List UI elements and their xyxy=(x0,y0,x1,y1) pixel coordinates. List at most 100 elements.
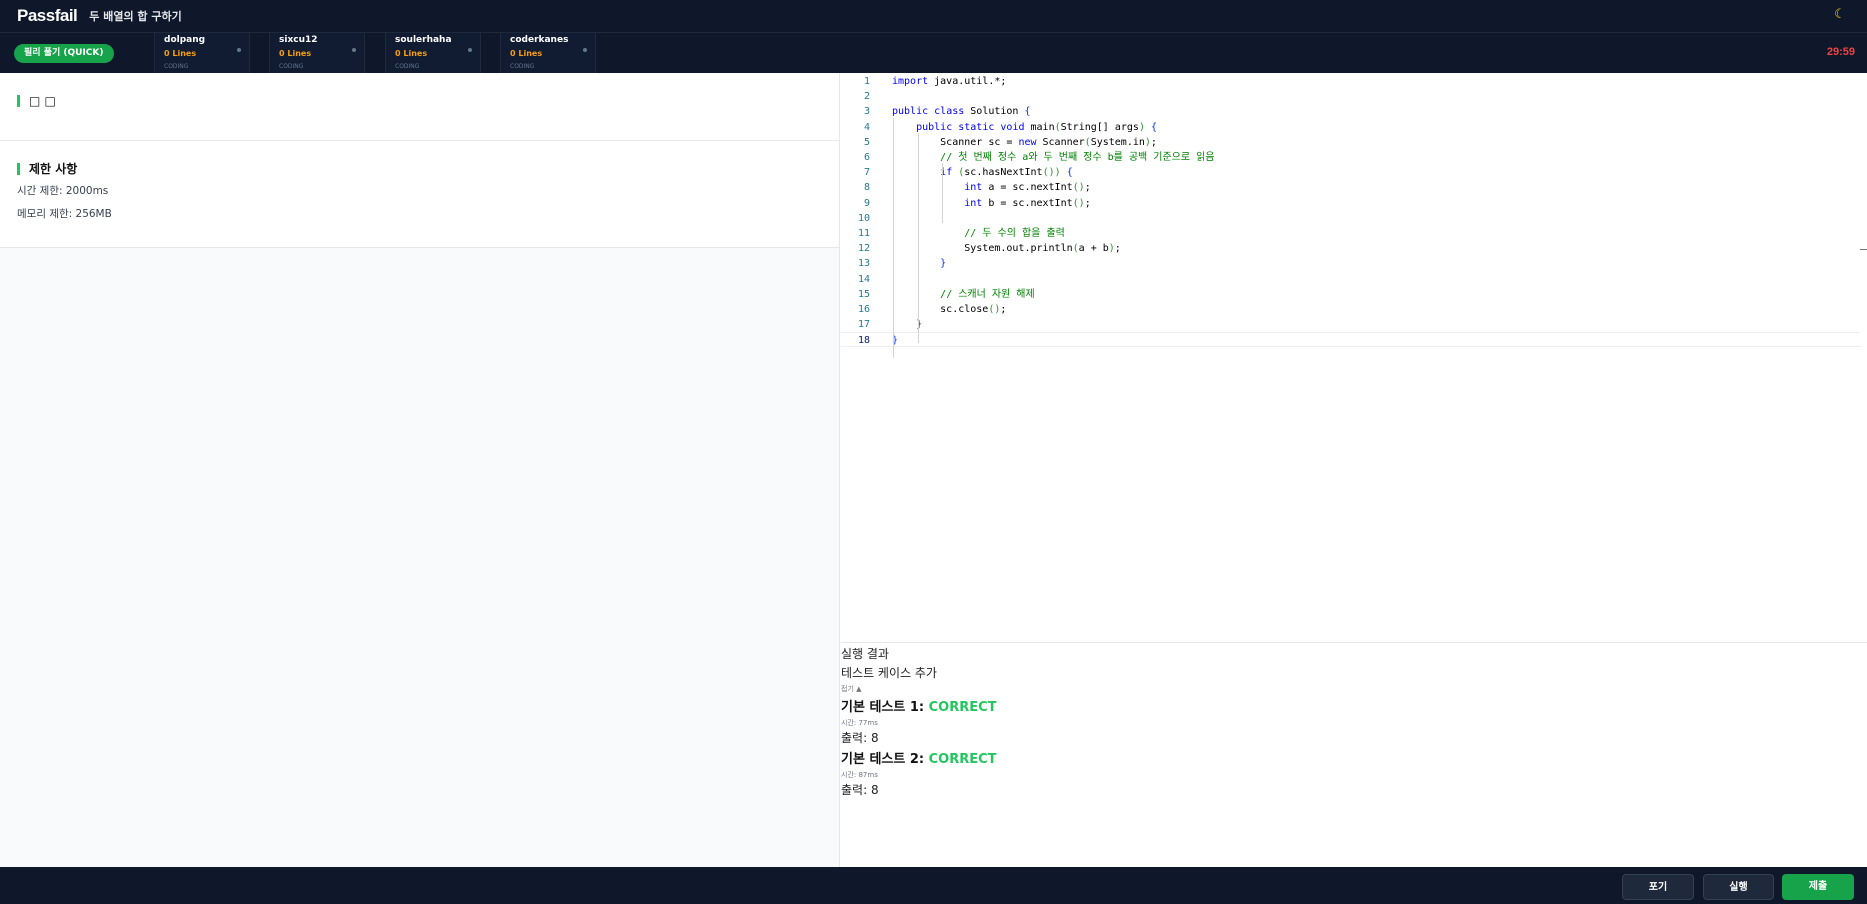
code-text: } xyxy=(940,258,947,270)
code-text: sc.close(); xyxy=(892,304,1007,315)
participant-name: sixcu12 xyxy=(279,35,318,45)
code-line[interactable]: 4 public static void main(String[] args)… xyxy=(841,120,1861,135)
code-line[interactable]: 8 int a = sc.nextInt(); xyxy=(841,180,1861,195)
testcase-status: CORRECT xyxy=(928,700,997,715)
line-number: 1 xyxy=(863,76,870,87)
testcase-title: 기본 테스트 1: CORRECT xyxy=(841,699,1867,717)
testcase-time: 시간: 87ms xyxy=(841,771,878,779)
problem-pane: □ □ 제한 사항 시간 제한: 2000ms 메모리 제한: 256MB xyxy=(0,73,840,867)
participant-card[interactable]: coderkanes 0 Lines CODING xyxy=(500,33,596,73)
line-number: 5 xyxy=(863,136,870,148)
participant-status: CODING xyxy=(164,63,189,70)
collapse-toggle[interactable]: 접기 ▲ xyxy=(841,683,1867,696)
top-bar: Passfail 두 배열의 합 구하기 ☾ xyxy=(0,0,1867,32)
line-number: 15 xyxy=(857,288,870,300)
participant-name: soulerhaha xyxy=(395,35,452,45)
code-line[interactable]: 9 int b = sc.nextInt(); xyxy=(841,196,1861,211)
code-text: // 첫 번째 정수 a와 두 번째 정수 b를 공백 기준으로 읽음 xyxy=(940,152,1215,163)
testcase-status: CORRECT xyxy=(928,752,997,767)
code-text: import java.util.*; xyxy=(892,76,1007,87)
line-number: 17 xyxy=(857,319,870,331)
time-limit: 시간 제한: 2000ms xyxy=(17,185,109,197)
code-line[interactable]: 5 Scanner sc = new Scanner(System.in); xyxy=(841,135,1861,150)
code-line[interactable]: 10 xyxy=(841,211,1861,226)
line-number: 3 xyxy=(863,106,870,118)
add-testcase-button[interactable]: 테스트 케이스 추가 xyxy=(841,664,1867,683)
indent-guide xyxy=(942,163,943,223)
line-number: 14 xyxy=(857,273,870,285)
status-dot-icon xyxy=(583,48,587,52)
code-line[interactable]: 17 } xyxy=(841,317,1861,332)
participant-lines: 0 Lines xyxy=(279,49,312,58)
participant-name: dolpang xyxy=(164,35,206,45)
line-number: 6 xyxy=(863,152,870,163)
line-number: 4 xyxy=(863,121,870,133)
testcase-title: 기본 테스트 2: CORRECT xyxy=(841,751,1867,769)
give-up-button[interactable]: 포기 xyxy=(1622,874,1694,900)
memory-limit: 메모리 제한: 256MB xyxy=(17,208,112,220)
testcase-output: 출력: 8 xyxy=(841,783,879,797)
results-panel: 실행 결과 테스트 케이스 추가 접기 ▲ 기본 테스트 1: CORRECT … xyxy=(841,642,1867,867)
testcase-time: 시간: 77ms xyxy=(841,719,878,727)
code-text: System.out.println(a + b); xyxy=(892,243,1121,255)
code-line[interactable]: 13 } xyxy=(841,256,1861,271)
status-dot-icon xyxy=(352,48,356,52)
code-line[interactable]: 3 public class Solution { xyxy=(841,104,1861,119)
code-line[interactable]: 16 sc.close(); xyxy=(841,302,1861,317)
code-line[interactable]: 15 // 스캐너 자원 해제 xyxy=(841,287,1861,302)
status-dot-icon xyxy=(237,48,241,52)
code-text: Scanner sc = new Scanner(System.in); xyxy=(892,136,1157,148)
code-line[interactable]: 7 if (sc.hasNextInt()) { xyxy=(841,165,1861,180)
run-button[interactable]: 실행 xyxy=(1703,874,1774,900)
participant-card[interactable]: dolpang 0 Lines CODING xyxy=(154,33,250,73)
limits-title: 제한 사항 xyxy=(17,163,822,175)
code-line[interactable]: 12 System.out.println(a + b); xyxy=(841,241,1861,256)
submit-button[interactable]: 제출 xyxy=(1782,874,1854,900)
participant-card[interactable]: sixcu12 0 Lines CODING xyxy=(269,33,365,73)
code-text: int b = sc.nextInt(); xyxy=(964,197,1091,209)
line-number: 11 xyxy=(857,228,870,239)
testcase-label: 기본 테스트 2: xyxy=(841,752,929,767)
testcase-output: 출력: 8 xyxy=(841,731,879,745)
line-number: 12 xyxy=(857,243,870,255)
scrollbar-marker[interactable] xyxy=(1860,249,1867,250)
code-line[interactable]: 2 xyxy=(841,89,1861,104)
testcase-label: 기본 테스트 1: xyxy=(841,700,929,715)
line-number: 13 xyxy=(857,258,870,270)
indent-guide xyxy=(893,118,894,358)
code-line[interactable]: 14 xyxy=(841,272,1861,287)
countdown-timer: 29:59 xyxy=(1826,46,1855,58)
code-line[interactable]: 18} xyxy=(841,332,1861,348)
moon-icon[interactable]: ☾ xyxy=(1831,6,1849,24)
line-number: 2 xyxy=(863,91,870,103)
quick-leave-button[interactable]: 필리 풀기 (QUICK) xyxy=(14,44,114,63)
brand-logo[interactable]: Passfail xyxy=(17,6,78,26)
results-header: 실행 결과 xyxy=(841,647,889,661)
line-number: 7 xyxy=(863,167,870,179)
limits-section: 제한 사항 시간 제한: 2000ms 메모리 제한: 256MB xyxy=(0,141,839,248)
participant-name: coderkanes xyxy=(510,35,569,45)
code-text: // 스캐너 자원 해제 xyxy=(940,288,1035,300)
code-editor[interactable]: 1 import java.util.*; 2 3 public class Solut… xyxy=(841,73,1867,642)
line-number: 18 xyxy=(857,335,870,347)
line-number: 16 xyxy=(857,304,870,315)
line-number: 9 xyxy=(863,197,870,209)
participant-lines: 0 Lines xyxy=(395,49,428,58)
action-bar: 포기 실행 제출 xyxy=(0,867,1867,904)
problem-title: 두 배열의 합 구하기 xyxy=(89,10,182,23)
participant-card[interactable]: soulerhaha 0 Lines CODING xyxy=(385,33,481,73)
code-line[interactable]: 6 // 첫 번째 정수 a와 두 번째 정수 b를 공백 기준으로 읽음 xyxy=(841,150,1861,165)
line-number: 8 xyxy=(863,182,870,194)
status-dot-icon xyxy=(468,48,472,52)
line-number: 10 xyxy=(857,212,870,224)
indent-guide xyxy=(918,133,919,343)
participants-bar: 필리 풀기 (QUICK) dolpang 0 Lines CODING six… xyxy=(0,32,1867,73)
code-text: if (sc.hasNextInt()) { xyxy=(940,167,1073,179)
participant-status: CODING xyxy=(510,63,535,70)
description-title: □ □ xyxy=(17,95,822,107)
code-text: public static void main(String[] args) { xyxy=(916,121,1158,133)
code-line[interactable]: 1 import java.util.*; xyxy=(841,74,1861,89)
code-line[interactable]: 11 // 두 수의 합을 출력 xyxy=(841,226,1861,241)
code-text: int a = sc.nextInt(); xyxy=(964,182,1091,194)
code-text: public class Solution { xyxy=(892,106,1031,118)
